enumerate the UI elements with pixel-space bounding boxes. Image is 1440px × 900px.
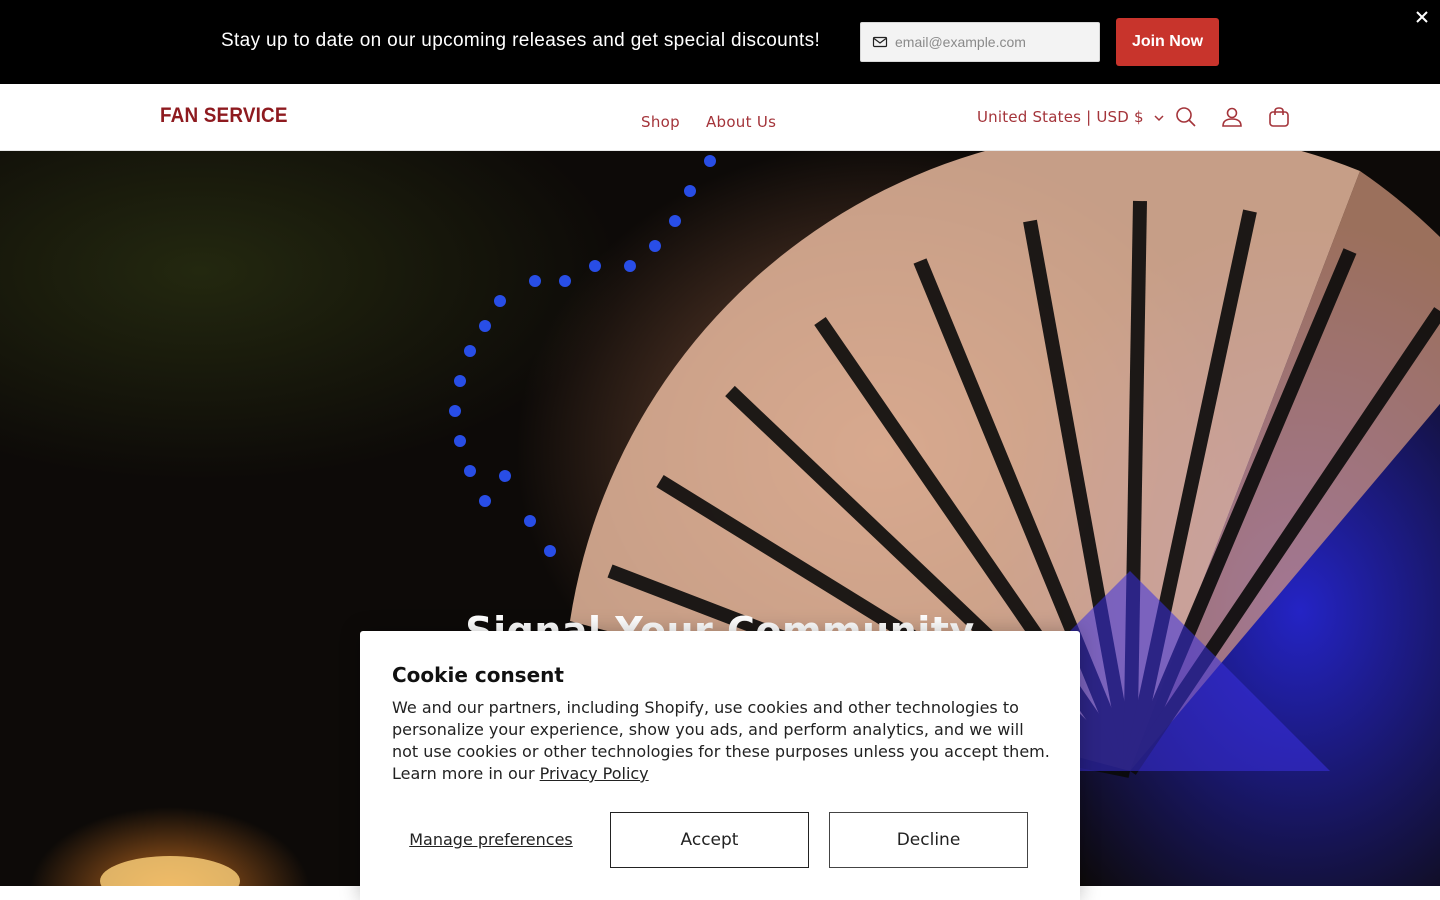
site-header: FAN SERVICE Shop About Us United States … — [0, 84, 1440, 151]
cookie-consent-dialog: Cookie consent We and our partners, incl… — [360, 631, 1080, 900]
decline-button[interactable]: Decline — [829, 812, 1028, 868]
promo-bar: Stay up to date on our upcoming releases… — [0, 0, 1440, 84]
search-icon[interactable] — [1174, 105, 1198, 129]
mail-icon — [872, 34, 888, 50]
chevron-down-icon — [1154, 108, 1164, 126]
nav-about-us[interactable]: About Us — [706, 113, 776, 131]
main-nav: Shop About Us — [641, 113, 776, 131]
promo-email-field[interactable] — [860, 22, 1100, 62]
site-logo[interactable]: FAN SERVICE — [160, 104, 288, 128]
account-icon[interactable] — [1220, 105, 1244, 129]
promo-email-input[interactable] — [895, 34, 1085, 50]
country-selector-label: United States | USD $ — [977, 108, 1144, 126]
manage-preferences-button[interactable]: Manage preferences — [392, 812, 590, 868]
nav-shop[interactable]: Shop — [641, 113, 680, 131]
promo-text: Stay up to date on our upcoming releases… — [221, 30, 821, 51]
cookie-title: Cookie consent — [392, 663, 564, 687]
cookie-body-text: We and our partners, including Shopify, … — [392, 698, 1050, 783]
privacy-policy-link[interactable]: Privacy Policy — [540, 764, 649, 783]
country-selector[interactable]: United States | USD $ — [977, 108, 1164, 126]
cart-icon[interactable] — [1267, 105, 1291, 129]
cookie-body: We and our partners, including Shopify, … — [392, 697, 1052, 785]
join-now-button[interactable]: Join Now — [1116, 18, 1219, 66]
accept-button[interactable]: Accept — [610, 812, 809, 868]
close-icon[interactable] — [1413, 8, 1431, 26]
